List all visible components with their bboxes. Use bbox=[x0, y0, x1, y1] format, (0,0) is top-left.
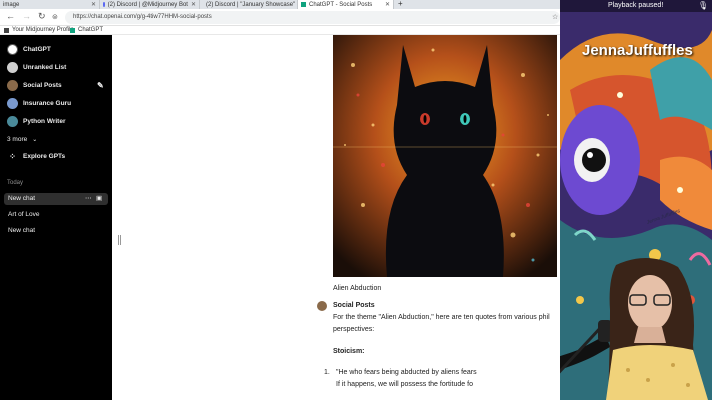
tab-image[interactable]: image ✕ bbox=[0, 0, 100, 9]
list-item-number: 1. bbox=[324, 369, 330, 376]
sidebar-item-label: Social Posts bbox=[23, 82, 62, 89]
gpt-avatar bbox=[7, 62, 18, 73]
url-field[interactable]: https://chat.openai.com/g/g-4tiw77HHM-so… bbox=[65, 11, 560, 24]
openai-logo-icon bbox=[7, 44, 18, 55]
chat-label: Art of Love bbox=[8, 211, 40, 218]
more-label: 3 more bbox=[7, 136, 28, 143]
playback-status: Playback paused! bbox=[608, 2, 664, 9]
new-tab-button[interactable]: + bbox=[398, 0, 403, 8]
chat-item-art-of-love[interactable]: Art of Love bbox=[4, 209, 108, 221]
black-cat-illustration bbox=[333, 35, 557, 277]
microphone-icon: 🎙 bbox=[698, 1, 709, 10]
reply-text-line: For the theme "Alien Abduction," here ar… bbox=[333, 314, 550, 321]
image-caption: Alien Abduction bbox=[333, 285, 382, 292]
sidebar: ChatGPT Unranked List Social Posts ✎ Ins… bbox=[0, 35, 112, 400]
bookmark-chatgpt[interactable]: ChatGPT bbox=[70, 27, 103, 33]
chatgpt-icon bbox=[301, 2, 306, 7]
sidebar-item-label: Insurance Guru bbox=[23, 100, 72, 107]
chevron-down-icon: ⌄ bbox=[32, 137, 38, 143]
section-heading: Stoicism: bbox=[333, 348, 365, 355]
grid-icon: ⁘ bbox=[9, 152, 16, 161]
sidebar-more-toggle[interactable]: 3 more ⌄ bbox=[7, 136, 37, 143]
tab-chatgpt-social-posts[interactable]: ChatGPT - Social Posts ✕ bbox=[298, 0, 394, 9]
bookmark-label: Your Midjourney Profile bbox=[12, 27, 74, 33]
assistant-avatar bbox=[317, 301, 327, 311]
sidebar-item-label: Unranked List bbox=[23, 64, 67, 71]
tab-label: (2) Discord | @Midjourney Bot bbox=[107, 1, 188, 8]
close-icon[interactable]: ✕ bbox=[91, 1, 96, 8]
chat-item-new-chat-2[interactable]: New chat bbox=[4, 225, 108, 237]
tab-label: (2) Discord | "January Showcase" bbox=[206, 1, 296, 8]
chat-label: New chat bbox=[8, 195, 36, 202]
gpt-avatar bbox=[7, 80, 18, 91]
discord-icon bbox=[103, 2, 105, 7]
section-heading-today: Today bbox=[7, 180, 24, 186]
sidebar-item-label: Python Writer bbox=[23, 118, 66, 125]
archive-icon[interactable]: ▣ bbox=[96, 194, 102, 202]
site-info-icon[interactable]: ⊜ bbox=[52, 13, 58, 21]
chatgpt-icon bbox=[70, 27, 75, 33]
sidebar-explore-gpts[interactable]: ⁘ Explore GPTs bbox=[7, 152, 65, 161]
close-icon[interactable]: ✕ bbox=[191, 1, 196, 8]
list-item-text: If it happens, we will possess the forti… bbox=[336, 381, 473, 388]
chat-label: New chat bbox=[8, 227, 36, 234]
gpt-avatar bbox=[7, 98, 18, 109]
sidebar-item-python-writer[interactable]: Python Writer bbox=[7, 116, 66, 127]
tab-label: ChatGPT - Social Posts bbox=[309, 1, 373, 8]
reply-text-line: perspectives: bbox=[333, 326, 375, 333]
chat-item-new-chat[interactable]: New chat ⋯ ▣ bbox=[4, 193, 108, 205]
playback-status-bar: Playback paused! 🎙 bbox=[560, 0, 712, 12]
resize-handle[interactable] bbox=[118, 235, 121, 245]
reload-icon[interactable]: ↻ bbox=[38, 11, 46, 22]
tab-discord-bot[interactable]: (2) Discord | @Midjourney Bot ✕ bbox=[100, 0, 200, 9]
sidebar-item-unranked-list[interactable]: Unranked List bbox=[7, 62, 66, 73]
assistant-name: Social Posts bbox=[333, 302, 375, 309]
stream-overlay: Playback paused! 🎙 JennaJuffuffles Jenna… bbox=[560, 0, 712, 400]
midjourney-icon bbox=[4, 27, 9, 33]
webcam-feed bbox=[560, 257, 708, 400]
bookmark-label: ChatGPT bbox=[78, 27, 104, 33]
sidebar-item-label: ChatGPT bbox=[23, 46, 51, 53]
tab-label: image bbox=[3, 1, 20, 8]
tab-discord-showcase[interactable]: (2) Discord | "January Showcase" ✕ bbox=[200, 0, 298, 9]
gpt-avatar bbox=[7, 116, 18, 127]
sidebar-item-chatgpt[interactable]: ChatGPT bbox=[7, 44, 51, 55]
explore-label: Explore GPTs bbox=[23, 153, 66, 160]
back-icon[interactable]: ← bbox=[6, 11, 15, 21]
close-icon[interactable]: ✕ bbox=[385, 1, 390, 8]
more-options-icon[interactable]: ⋯ bbox=[85, 194, 92, 202]
forward-icon[interactable]: → bbox=[22, 11, 31, 21]
new-chat-edit-icon[interactable]: ✎ bbox=[97, 81, 104, 90]
conversation-pane: Alien Abduction Social Posts For the the… bbox=[112, 35, 560, 400]
list-item-text: "He who fears being abducted by aliens f… bbox=[336, 369, 477, 376]
sidebar-item-social-posts[interactable]: Social Posts ✎ bbox=[7, 80, 107, 91]
star-icon[interactable]: ☆ bbox=[552, 13, 558, 21]
generated-image[interactable] bbox=[333, 35, 557, 277]
streamer-name: JennaJuffuffles bbox=[582, 42, 693, 59]
sidebar-item-insurance-guru[interactable]: Insurance Guru bbox=[7, 98, 71, 109]
bookmark-midjourney[interactable]: Your Midjourney Profile bbox=[4, 27, 74, 33]
